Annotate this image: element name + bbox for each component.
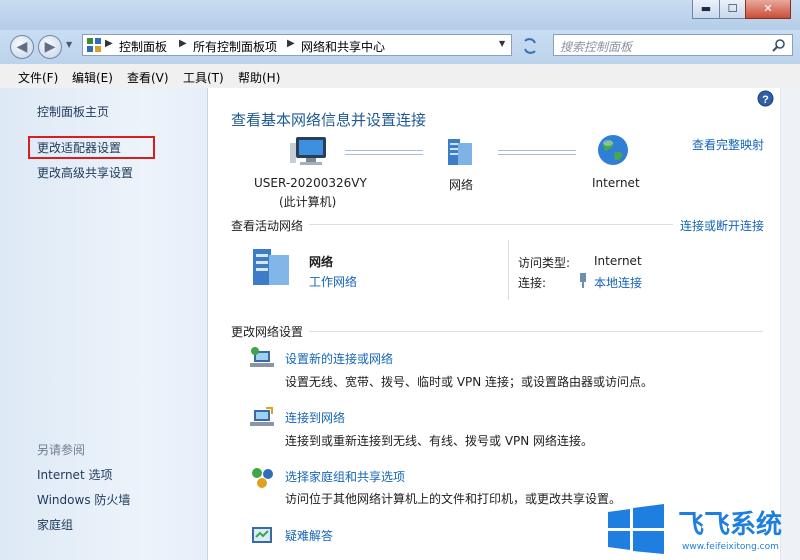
internet-globe-icon <box>598 135 628 165</box>
left-link-internet-options[interactable]: Internet 选项 <box>37 466 112 483</box>
menu-edit[interactable]: 编辑(E) <box>72 69 113 86</box>
network-label: 网络 <box>449 178 474 192</box>
active-network-heading: 查看活动网络 <box>231 219 304 233</box>
link-line <box>498 150 576 155</box>
access-type-label: 访问类型: <box>518 256 571 270</box>
minimize-button[interactable]: ▬ <box>692 0 720 19</box>
task-connect-desc: 连接到或重新连接到无线、有线、拨号或 VPN 网络连接。 <box>285 434 594 448</box>
task-troubleshoot-link[interactable]: 疑难解答 <box>285 527 333 544</box>
watermark-url: www.feifeixitong.com <box>682 542 779 552</box>
see-also-heading: 另请参阅 <box>37 443 86 457</box>
troubleshoot-icon <box>252 527 272 543</box>
vertical-divider <box>508 240 509 300</box>
svg-text:?: ? <box>762 94 769 106</box>
computer-icon <box>290 137 326 165</box>
divider <box>309 224 673 225</box>
search-input[interactable]: 搜索控制面板 <box>560 38 632 55</box>
menu-view[interactable]: 查看(V) <box>127 69 169 86</box>
menu-tools[interactable]: 工具(T) <box>183 69 224 86</box>
menu-bar: 文件(F) 编辑(E) 查看(V) 工具(T) 帮助(H) <box>0 64 800 89</box>
computer-subtitle: (此计算机) <box>279 195 337 209</box>
connect-network-icon <box>250 407 274 426</box>
computer-name: USER-20200326VY <box>254 176 367 190</box>
refresh-icon[interactable] <box>520 37 540 55</box>
menu-file[interactable]: 文件(F) <box>18 69 58 86</box>
task-new-connection-desc: 设置无线、宽带、拨号、临时或 VPN 连接；或设置路由器或访问点。 <box>285 375 654 389</box>
breadcrumb-control-panel[interactable]: 控制面板 <box>119 38 167 55</box>
highlight-box <box>28 136 155 159</box>
search-box[interactable]: 搜索控制面板 <box>553 34 793 56</box>
search-icon[interactable] <box>772 38 786 52</box>
scrollbar[interactable] <box>780 88 800 560</box>
local-connection-link[interactable]: 本地连接 <box>594 274 642 291</box>
full-map-link[interactable]: 查看完整映射 <box>692 136 764 153</box>
breadcrumb-all-items[interactable]: 所有控制面板项 <box>193 38 277 55</box>
maximize-button[interactable]: ☐ <box>719 0 746 19</box>
back-button[interactable]: ◀ <box>10 35 34 59</box>
network-type-link[interactable]: 工作网络 <box>309 273 357 290</box>
access-type-value: Internet <box>594 254 642 268</box>
change-settings-heading: 更改网络设置 <box>231 325 304 339</box>
navigation-bar: ◀ ▶ ▼ ▶ 控制面板 ▶ 所有控制面板项 ▶ 网络和共享中心 ▼ 搜索控制面… <box>0 30 800 64</box>
task-new-connection-link[interactable]: 设置新的连接或网络 <box>285 350 393 367</box>
ethernet-icon <box>580 273 586 288</box>
left-link-firewall[interactable]: Windows 防火墙 <box>37 491 130 508</box>
homegroup-icon <box>252 468 273 488</box>
close-button[interactable]: ✕ <box>745 0 791 19</box>
new-connection-icon <box>250 347 274 367</box>
breadcrumb-network-center[interactable]: 网络和共享中心 <box>301 38 385 55</box>
forward-button[interactable]: ▶ <box>38 35 62 59</box>
active-network-name: 网络 <box>309 255 334 269</box>
address-bar[interactable]: ▶ 控制面板 ▶ 所有控制面板项 ▶ 网络和共享中心 ▼ <box>82 34 512 56</box>
internet-label: Internet <box>592 176 640 190</box>
network-icon <box>448 139 472 165</box>
left-link-advanced-sharing[interactable]: 更改高级共享设置 <box>37 164 133 181</box>
task-homegroup-desc: 访问位于其他网络计算机上的文件和打印机，或更改共享设置。 <box>285 492 622 506</box>
help-icon[interactable]: ? <box>757 90 774 107</box>
menu-help[interactable]: 帮助(H) <box>238 69 280 86</box>
left-link-home[interactable]: 控制面板主页 <box>37 103 109 120</box>
recent-pages-icon[interactable]: ▼ <box>66 40 72 49</box>
left-link-homegroup[interactable]: 家庭组 <box>37 516 73 533</box>
control-panel-icon <box>87 38 101 52</box>
link-line <box>345 150 423 155</box>
connect-disconnect-link[interactable]: 连接或断开连接 <box>680 217 764 234</box>
task-connect-link[interactable]: 连接到网络 <box>285 409 345 426</box>
title-bar: ▬ ☐ ✕ <box>0 0 800 30</box>
windows-logo-icon <box>608 504 664 554</box>
watermark-text: 飞飞系统 <box>678 510 783 540</box>
page-title: 查看基本网络信息并设置连接 <box>231 111 427 129</box>
watermark-logo: 飞飞系统 www.feifeixitong.com <box>596 500 800 560</box>
task-homegroup-link[interactable]: 选择家庭组和共享选项 <box>285 468 405 485</box>
divider <box>309 331 763 332</box>
connection-label: 连接: <box>518 276 547 290</box>
address-dropdown-icon[interactable]: ▼ <box>499 39 505 48</box>
work-network-icon <box>253 249 289 285</box>
